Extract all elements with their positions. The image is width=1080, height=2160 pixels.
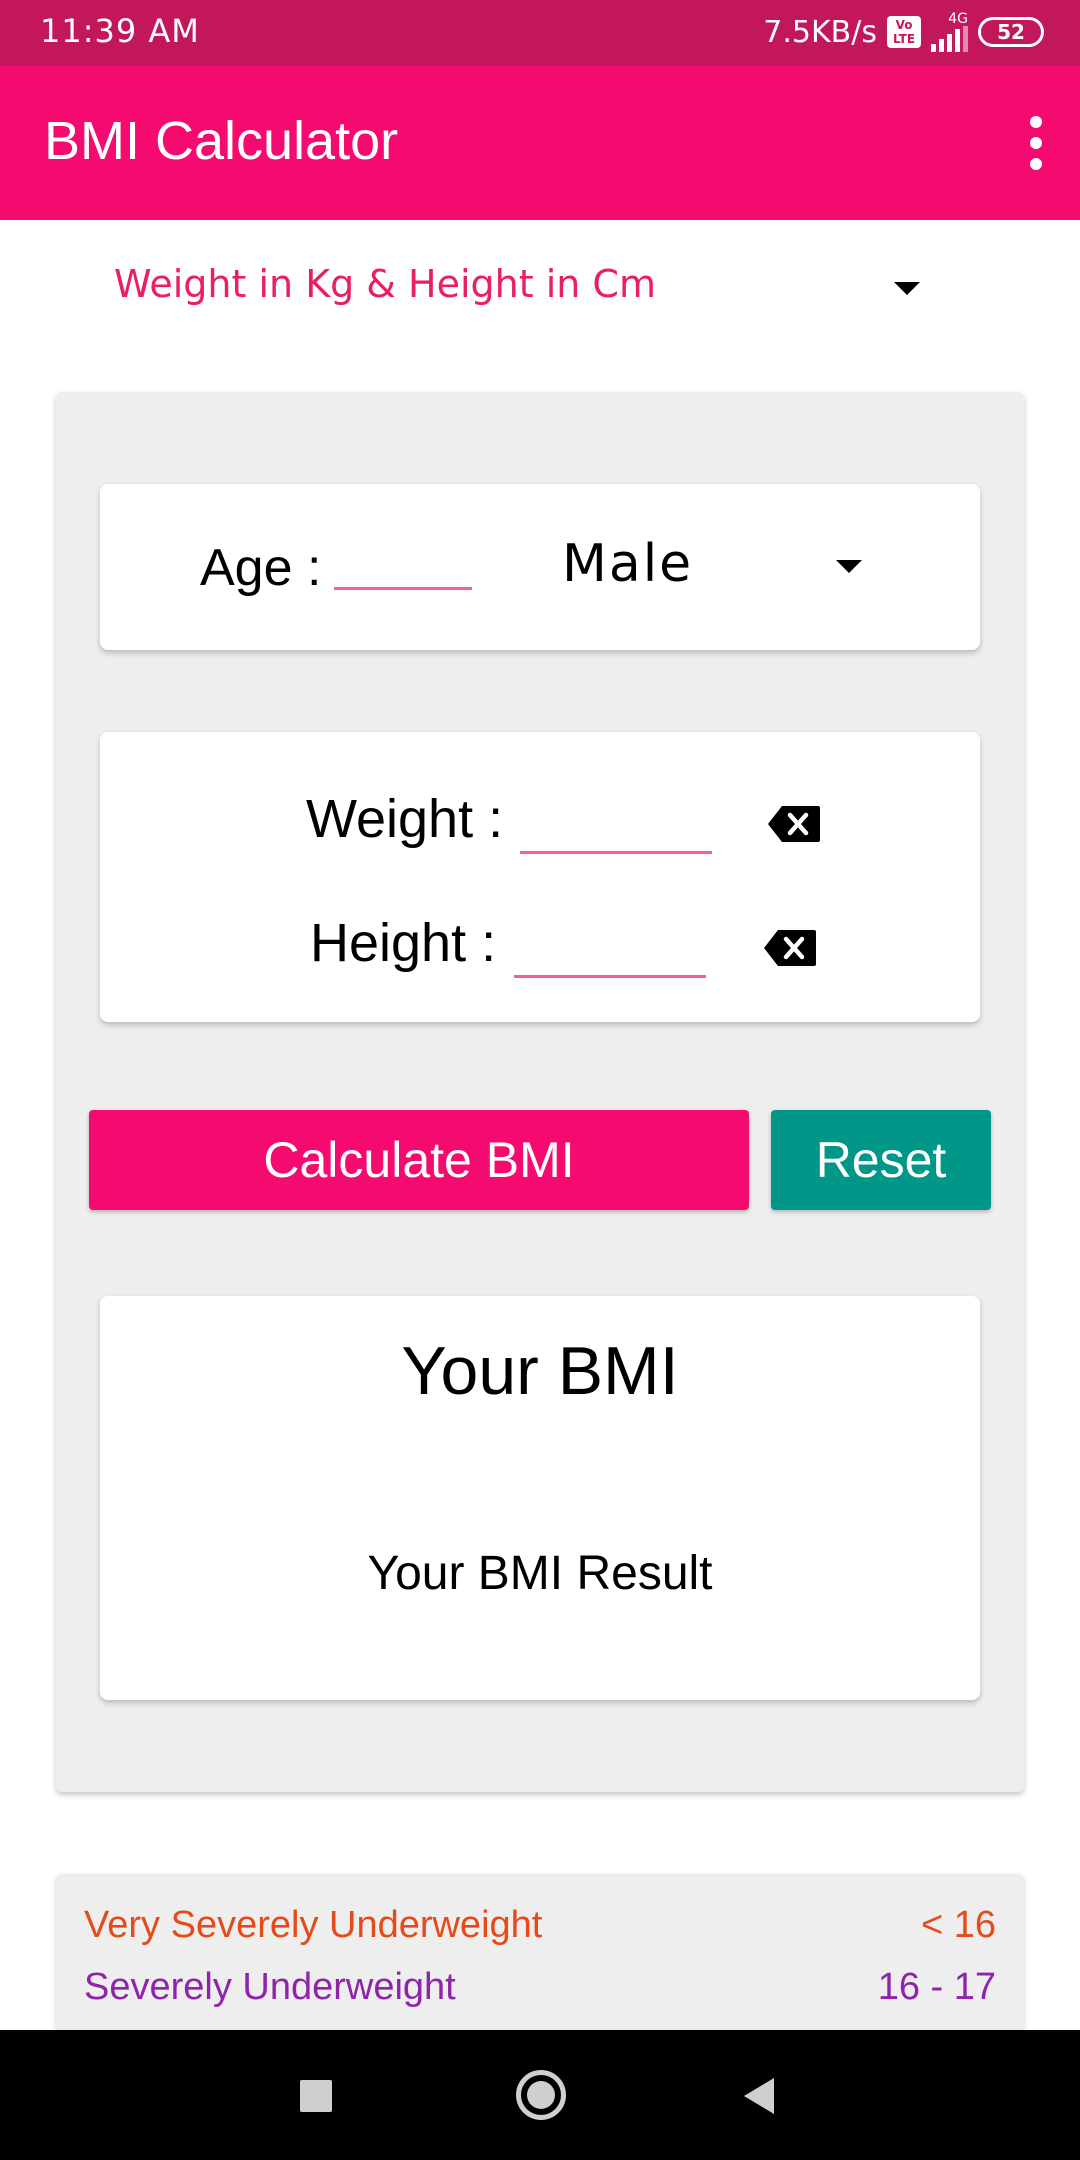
app-title: BMI Calculator <box>44 111 399 171</box>
reset-button[interactable]: Reset <box>771 1110 991 1210</box>
dropdown-arrow-icon <box>894 282 920 295</box>
backspace-clear-icon[interactable] <box>764 930 816 966</box>
result-text: Your BMI Result <box>367 1547 713 1600</box>
category-name: Very Severely Underweight <box>84 1904 543 1946</box>
category-range: < 16 <box>920 1904 996 1946</box>
calculator-panel: Age : Male Weight : Height : Calculate B… <box>56 392 1024 1792</box>
volte-icon: Vo LTE <box>887 16 921 48</box>
category-row: Very Severely Underweight < 16 <box>84 1904 996 1954</box>
calculate-bmi-button[interactable]: Calculate BMI <box>89 1110 749 1210</box>
backspace-clear-icon[interactable] <box>768 806 820 842</box>
bmi-categories-panel: Very Severely Underweight < 16 Severely … <box>56 1874 1024 2030</box>
overflow-menu-icon[interactable] <box>1026 116 1046 170</box>
network-block: 4G <box>931 12 968 52</box>
height-input[interactable] <box>514 912 706 978</box>
status-bar: 11:39 AM 7.5KB/s Vo LTE 4G 52 <box>0 0 1080 66</box>
weight-row: Weight : <box>100 776 980 866</box>
age-input[interactable] <box>334 536 472 590</box>
gender-dropdown[interactable]: Male <box>562 534 862 598</box>
gender-selected: Male <box>562 534 694 594</box>
network-speed: 7.5KB/s <box>763 14 877 50</box>
weight-input[interactable] <box>520 788 712 854</box>
height-label: Height : <box>310 913 497 973</box>
result-card: Your BMI Your BMI Result <box>100 1296 980 1700</box>
age-gender-card: Age : Male <box>100 484 980 650</box>
measurements-card: Weight : Height : <box>100 732 980 1022</box>
battery-icon: 52 <box>978 17 1044 47</box>
category-name: Severely Underweight <box>84 1966 456 2008</box>
recent-apps-icon[interactable] <box>300 2080 332 2112</box>
weight-label: Weight : <box>306 789 504 849</box>
dropdown-arrow-icon <box>836 560 862 573</box>
status-time: 11:39 AM <box>40 12 200 50</box>
age-label: Age : <box>200 539 322 597</box>
back-icon[interactable] <box>744 2078 774 2114</box>
signal-icon <box>931 26 968 52</box>
network-type: 4G <box>948 11 968 27</box>
app-bar: BMI Calculator <box>0 66 1080 220</box>
result-title: Your BMI <box>401 1333 679 1409</box>
units-selected: Weight in Kg & Height in Cm <box>114 262 656 306</box>
navigation-bar <box>0 2030 1080 2160</box>
category-row: Severely Underweight 16 - 17 <box>84 1966 996 2016</box>
height-row: Height : <box>100 900 980 990</box>
category-range: 16 - 17 <box>877 1966 996 2008</box>
status-indicators: 7.5KB/s Vo LTE 4G 52 <box>763 10 1044 54</box>
units-dropdown[interactable]: Weight in Kg & Height in Cm <box>114 254 934 318</box>
home-icon[interactable] <box>516 2070 566 2120</box>
